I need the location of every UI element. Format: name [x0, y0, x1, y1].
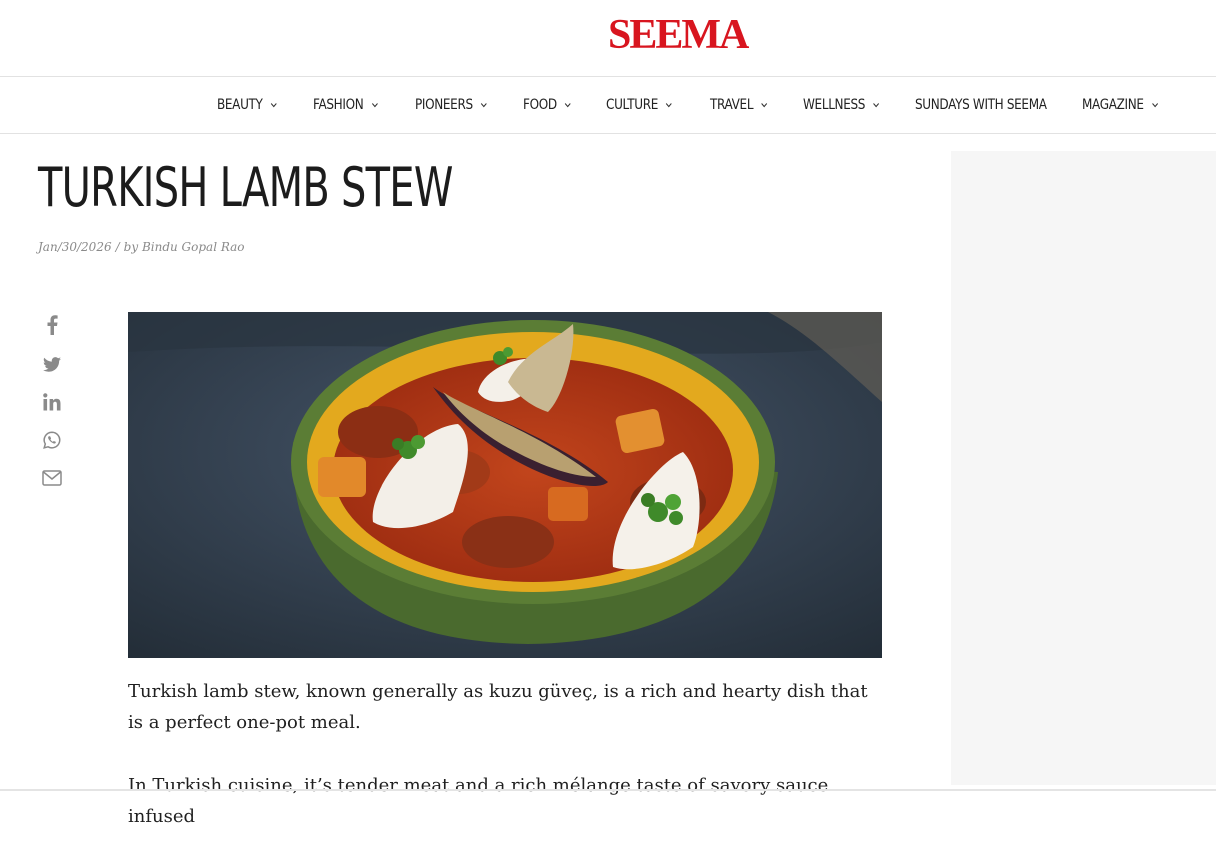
- nav-item-label: PIONEERS: [415, 97, 473, 113]
- main-navigation: BEAUTY FASHION PIONEERS FOOD CULTURE TRA…: [0, 77, 1216, 134]
- nav-item-culture[interactable]: CULTURE: [606, 77, 673, 133]
- article-meta: Jan/30/2026/by Bindu Gopal Rao: [38, 240, 245, 254]
- article-title: TURKISH LAMB STEW: [38, 156, 453, 219]
- nav-item-label: SUNDAYS WITH SEEMA: [915, 97, 1047, 113]
- linkedin-icon[interactable]: [38, 389, 66, 415]
- nav-item-label: MAGAZINE: [1082, 97, 1144, 113]
- nav-item-travel[interactable]: TRAVEL: [710, 77, 769, 133]
- site-header: SEEMA: [0, 0, 1216, 77]
- nav-item-food[interactable]: FOOD: [523, 77, 572, 133]
- by-label: by: [123, 240, 139, 254]
- author-link[interactable]: Bindu Gopal Rao: [142, 240, 245, 254]
- nav-item-magazine[interactable]: MAGAZINE: [1082, 77, 1159, 133]
- chevron-down-icon: [1151, 100, 1160, 110]
- nav-item-label: BEAUTY: [217, 97, 263, 113]
- article-paragraph: In Turkish cuisine, it’s tender meat and…: [128, 775, 829, 827]
- site-logo[interactable]: SEEMA: [608, 12, 749, 58]
- twitter-icon[interactable]: [38, 351, 66, 377]
- whatsapp-icon[interactable]: [38, 427, 66, 453]
- nav-item-label: WELLNESS: [803, 97, 866, 113]
- chevron-down-icon: [370, 100, 379, 110]
- nav-item-fashion[interactable]: FASHION: [313, 77, 379, 133]
- chevron-down-icon: [872, 100, 881, 110]
- post-date: Jan/30/2026: [38, 240, 112, 254]
- nav-item-wellness[interactable]: WELLNESS: [803, 77, 881, 133]
- chevron-down-icon: [760, 100, 769, 110]
- nav-item-label: CULTURE: [606, 97, 659, 113]
- nav-item-label: FASHION: [313, 97, 364, 113]
- meta-separator: /: [115, 240, 120, 254]
- nav-item-beauty[interactable]: BEAUTY: [217, 77, 278, 133]
- nav-item-pioneers[interactable]: PIONEERS: [415, 77, 488, 133]
- article-paragraph: Turkish lamb stew, known generally as ku…: [128, 681, 868, 733]
- chevron-down-icon: [564, 100, 573, 110]
- sidebar-ad-area: [951, 151, 1216, 785]
- nav-item-sundays-with-seema[interactable]: SUNDAYS WITH SEEMA: [915, 77, 1047, 133]
- nav-item-label: FOOD: [523, 97, 557, 113]
- hero-image: [128, 312, 882, 658]
- chevron-down-icon: [269, 100, 278, 110]
- chevron-down-icon: [665, 100, 674, 110]
- article-body: Turkish lamb stew, known generally as ku…: [128, 676, 888, 864]
- email-icon[interactable]: [38, 465, 66, 491]
- facebook-icon[interactable]: [38, 312, 66, 338]
- nav-item-label: TRAVEL: [710, 97, 754, 113]
- chevron-down-icon: [480, 100, 489, 110]
